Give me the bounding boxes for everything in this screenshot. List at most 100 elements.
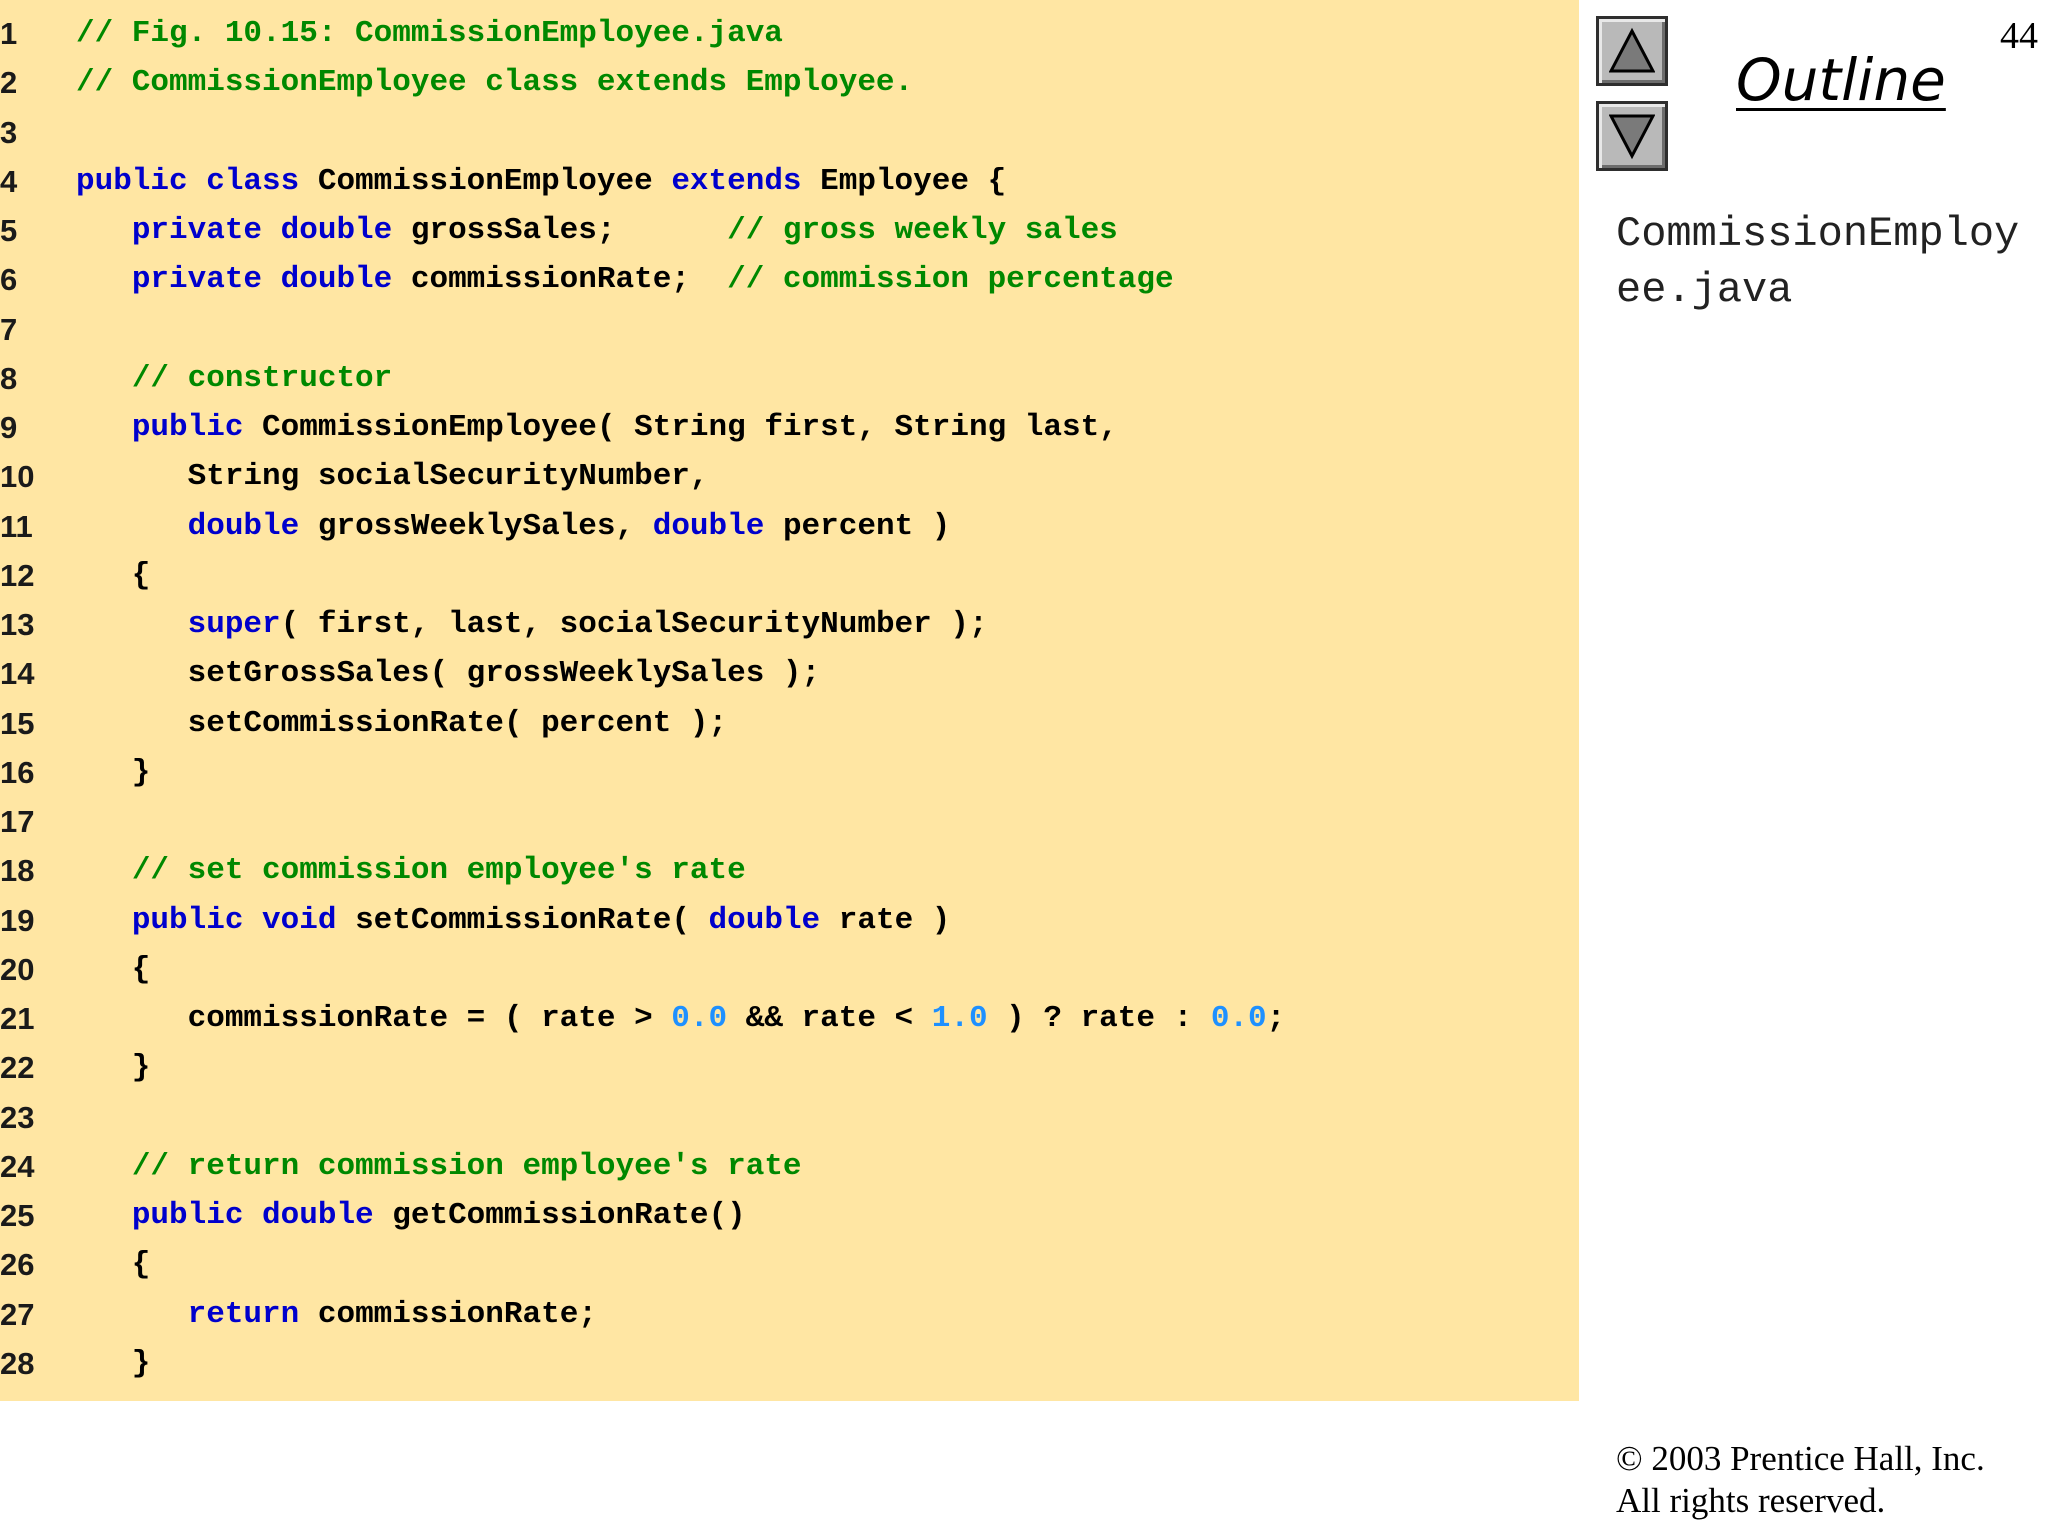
code-token: Employee { [820, 163, 1007, 199]
code-token: getCommissionRate() [392, 1198, 746, 1233]
code-keyword: public class [76, 163, 318, 199]
line-number: 2 [0, 65, 18, 101]
code-comment: // set commission employee's rate [131, 853, 746, 889]
code-token: ) ? rate : [987, 1001, 1211, 1036]
code-number: 1.0 [931, 1001, 988, 1036]
code-comment: // Fig. 10.15: CommissionEmployee.java [76, 16, 783, 51]
scroll-up-button[interactable] [1596, 16, 1668, 86]
code-token: grossWeeklySales, [317, 508, 653, 544]
scroll-down-button[interactable] [1596, 101, 1668, 171]
rights-line: All rights reserved. [1616, 1481, 1886, 1520]
code-token: CommissionEmployee [317, 163, 672, 199]
triangle-down-icon [1609, 114, 1655, 160]
line-number: 27 [0, 1296, 35, 1332]
code-text: super( first, last, socialSecurityNumber… [76, 600, 988, 650]
line-number: 3 [0, 114, 18, 150]
code-number: 0.0 [671, 1001, 728, 1036]
code-text: // Fig. 10.15: CommissionEmployee.java [76, 9, 783, 59]
code-text: // set commission employee's rate [76, 846, 746, 896]
line-number: 28 [0, 1345, 35, 1381]
code-text: double grossWeeklySales, double percent … [76, 502, 951, 552]
code-token: } [76, 1345, 151, 1381]
code-keyword: return [187, 1296, 318, 1332]
code-listing-panel: 1 // Fig. 10.15: CommissionEmployee.java 2… [0, 0, 1579, 1401]
line-number: 25 [0, 1198, 35, 1233]
line-number: 22 [0, 1050, 35, 1086]
code-text: } [76, 1339, 151, 1389]
line-number: 12 [0, 557, 35, 593]
line-number: 15 [0, 705, 35, 741]
code-number: 0.0 [1210, 1001, 1267, 1036]
line-number: 7 [0, 311, 18, 347]
line-number: 8 [0, 360, 18, 396]
line-number: 9 [0, 410, 18, 445]
line-number: 20 [0, 951, 35, 987]
code-token: CommissionEmployee( String first, String… [262, 410, 1118, 445]
code-text: { [76, 551, 151, 601]
line-number: 4 [0, 163, 18, 199]
code-text: public CommissionEmployee( String first,… [76, 403, 1118, 453]
page-number: 44 [2000, 15, 2038, 57]
code-token: ( first, last, socialSecurityNumber ); [280, 607, 988, 642]
code-text: commissionRate = ( rate > 0.0 && rate < … [76, 994, 1286, 1044]
line-number: 17 [0, 804, 35, 839]
line-number: 23 [0, 1099, 35, 1135]
code-comment: // return commission employee's rate [131, 1148, 802, 1184]
line-number: 11 [0, 508, 33, 544]
code-keyword: public double [131, 1198, 393, 1233]
code-text: } [76, 1043, 151, 1093]
code-token: String socialSecurityNumber, [76, 459, 709, 495]
code-text: return commissionRate; [76, 1290, 597, 1340]
code-text: { [76, 1240, 151, 1290]
code-token: } [76, 754, 151, 790]
code-token: commissionRate; [317, 1296, 597, 1332]
line-number: 14 [0, 656, 35, 692]
code-text: String socialSecurityNumber, [76, 452, 709, 502]
code-text: setGrossSales( grossWeeklySales ); [76, 649, 821, 699]
code-token: setCommissionRate( percent ); [76, 705, 728, 741]
code-text: public double getCommissionRate() [76, 1191, 746, 1241]
code-token: setGrossSales( grossWeeklySales ); [76, 656, 821, 692]
line-number: 18 [0, 853, 35, 889]
line-number: 19 [0, 902, 35, 938]
code-comment: // commission percentage [727, 262, 1174, 298]
code-keyword: public [131, 410, 263, 445]
code-text: // constructor [76, 354, 392, 404]
file-name-label: CommissionEmployee.java [1616, 210, 2020, 314]
code-text: public class CommissionEmployee extends … [76, 157, 1006, 207]
code-text: setCommissionRate( percent ); [76, 699, 728, 749]
code-text: } [76, 748, 151, 798]
line-number: 21 [0, 1001, 35, 1036]
code-keyword: private double [131, 262, 411, 298]
code-keyword: extends [671, 163, 821, 199]
code-token: && rate < [727, 1001, 932, 1036]
line-number: 5 [0, 213, 18, 248]
line-number: 13 [0, 607, 35, 642]
code-keyword: public void [131, 902, 356, 938]
code-token: rate ) [838, 902, 951, 938]
code-token: { [76, 557, 151, 593]
code-text: // return commission employee's rate [76, 1142, 802, 1192]
code-comment: // constructor [131, 360, 393, 396]
code-token: ; [1266, 1001, 1286, 1036]
code-token: { [76, 1247, 151, 1283]
code-comment: // gross weekly sales [727, 213, 1118, 248]
code-keyword: double [187, 508, 318, 544]
outline-title[interactable]: Outline [1736, 46, 1946, 114]
code-keyword: private double [131, 213, 411, 248]
code-token: percent ) [782, 508, 951, 544]
code-token: { [76, 951, 151, 987]
line-number: 24 [0, 1148, 35, 1184]
line-number: 10 [0, 459, 35, 495]
code-text: private double commissionRate; // commis… [76, 255, 1174, 305]
